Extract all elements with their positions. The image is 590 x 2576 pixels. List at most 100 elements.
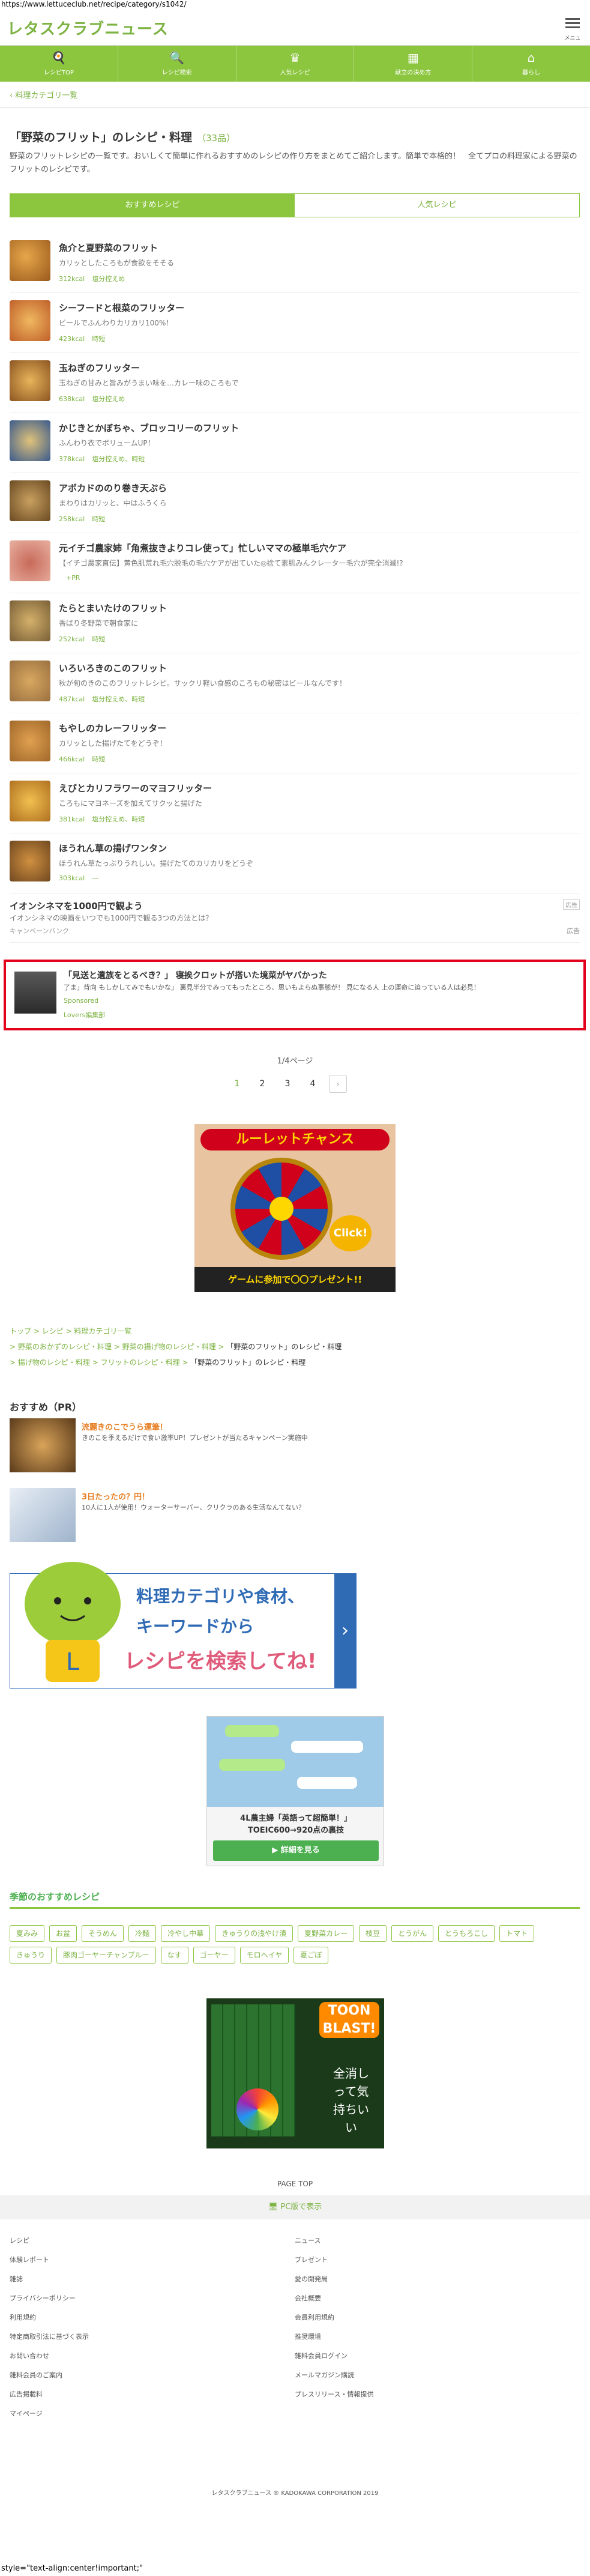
- season-tag[interactable]: 夏野菜カレー: [298, 1925, 355, 1942]
- page-3[interactable]: 3: [278, 1075, 297, 1093]
- nav-recipe-search[interactable]: 🔍 レシピ検索: [118, 46, 236, 82]
- footer-link[interactable]: 体験レポート: [10, 2251, 295, 2270]
- recipe-tag: ―: [92, 874, 99, 882]
- season-tag[interactable]: 豚肉ゴーヤーチャンプルー: [56, 1947, 156, 1964]
- season-tag[interactable]: きゅうり: [10, 1947, 52, 1964]
- recipe-item[interactable]: かじきとかぼちゃ、ブロッコリーのフリット ふんわり衣でボリュームUP！ 378kca…: [10, 413, 580, 473]
- pr-title: 流麗きのこでうら運筆！: [82, 1423, 168, 1432]
- recipe-item[interactable]: えびとカリフラワーのマヨフリッター ころもにマヨネーズを加えてサクッと揚げた 381…: [10, 773, 580, 833]
- footer-link[interactable]: 広告掲載料: [10, 2385, 295, 2404]
- recipe-item[interactable]: アボカドののり巻き天ぷら まわりはカリッと、中はふうくら 258kcal 時短: [10, 473, 580, 533]
- footer-link[interactable]: プレスリリース・情報提供: [295, 2385, 580, 2404]
- lettuce-mascot-icon: L: [25, 1562, 121, 1682]
- season-tag[interactable]: 冷麺: [128, 1925, 157, 1942]
- recipe-item[interactable]: 魚介と夏野菜のフリット カリッとしたころもが食欲をそそる 312kcal 塩分控えめ: [10, 233, 580, 293]
- recipe-item[interactable]: ほうれん草の揚げワンタン ほうれん草たっぷりうれしい。揚げたてのカリカリをどうぞ 3…: [10, 833, 580, 893]
- english-ad-details-button[interactable]: ▶ 詳細を見る: [213, 1840, 379, 1861]
- footer-link[interactable]: 会員利用規約: [295, 2308, 580, 2327]
- recipe-item[interactable]: いろいろきのこのフリット 秋が旬のきのこのフリットレシピ。サックリ軽い食感のころも…: [10, 653, 580, 713]
- footer-link[interactable]: メールマガジン購読: [295, 2366, 580, 2385]
- season-tag[interactable]: なす: [160, 1947, 188, 1964]
- ad-row[interactable]: イオンシネマを1000円で観よう イオンシネマの映画をいつでも1000円で観る3…: [10, 895, 580, 943]
- recipe-search-banner[interactable]: L 料理カテゴリや食材、 キーワードから レシピを検索してね! ›: [10, 1562, 357, 1689]
- recipe-subtitle: 香ばり冬野菜で朝食家に: [59, 619, 139, 627]
- footer-link[interactable]: マイページ: [10, 2404, 295, 2423]
- nav-recipe-top[interactable]: 🍳 レシピTOP: [0, 46, 118, 82]
- recipe-subtitle: 秋が旬のきのこのフリットレシピ。サックリ軽い食感のころもの秘密はビールなんです！: [59, 679, 347, 688]
- recipe-item[interactable]: もやしのカレーフリッター カリッとした揚げたてをどうぞ！ 466kcal 時短: [10, 713, 580, 773]
- season-tag[interactable]: 枝豆: [359, 1925, 387, 1942]
- recipe-item[interactable]: 玉ねぎのフリッター 玉ねぎの甘みと旨みがうまい味を…カレー味のころもで 638kca…: [10, 353, 580, 413]
- crumb-link[interactable]: フリットのレシピ・料理: [101, 1358, 180, 1367]
- crumb-link[interactable]: 料理カテゴリ一覧: [74, 1327, 131, 1335]
- roulette-click-button[interactable]: Click!: [330, 1215, 372, 1251]
- chat-bubble: [225, 1725, 279, 1737]
- calendar-icon: ▦: [407, 50, 419, 65]
- back-link[interactable]: ‹ 料理カテゴリ一覧: [0, 82, 590, 108]
- footer-link[interactable]: プレゼント: [295, 2251, 580, 2270]
- recipe-meta: 487kcal 塩分控えめ、時短: [59, 694, 580, 704]
- page-top-link[interactable]: PAGE TOP: [0, 2180, 590, 2188]
- footer-link[interactable]: 利用規約: [10, 2308, 295, 2327]
- recipe-item[interactable]: たらとまいたけのフリット 香ばり冬野菜で朝食家に 252kcal 時短: [10, 593, 580, 653]
- footer-link[interactable]: 特定商取引法に基づく表示: [10, 2327, 295, 2347]
- season-tag[interactable]: ゴーヤー: [193, 1947, 235, 1964]
- tab-recommended[interactable]: おすすめレシピ: [10, 194, 295, 217]
- season-tag[interactable]: お盆: [49, 1925, 77, 1942]
- season-tag[interactable]: そうめん: [82, 1925, 124, 1942]
- sponsored-label: Sponsored: [64, 997, 99, 1005]
- footer-link[interactable]: 推奨環境: [295, 2327, 580, 2347]
- season-tag[interactable]: 夏ごぼ: [293, 1947, 329, 1964]
- recipe-kcal: 638kcal: [59, 395, 85, 403]
- season-tag[interactable]: 夏みみ: [10, 1925, 45, 1942]
- copyright: レタスクラブニュース ® KADOKAWA CORPORATION 2019: [211, 2490, 379, 2497]
- recipe-item[interactable]: シーフードと根菜のフリッター ビールでふんわりカリカリ100%！ 423kcal 時短: [10, 293, 580, 353]
- pr-subtitle: きのこを季えるだけで食い激率UP！プレゼントが当たるキャンペーン実施中: [82, 1434, 308, 1442]
- crumb-link[interactable]: 揚げ物のレシピ・料理: [18, 1358, 90, 1367]
- footer-link[interactable]: 雑誌: [10, 2270, 295, 2289]
- nav-menu-planning[interactable]: ▦ 献立の決め方: [354, 46, 473, 82]
- pr-item[interactable]: 3日たったの？円！ 10人に1人が使用！ウォーターサーバー、クリクラのある生活な…: [10, 1488, 580, 1548]
- pr-item[interactable]: 流麗きのこでうら運筆！ きのこを季えるだけで食い激率UP！プレゼントが当たるキャ…: [10, 1418, 580, 1478]
- crumb-link[interactable]: トップ: [10, 1327, 31, 1335]
- page-1[interactable]: 1: [228, 1075, 246, 1093]
- roulette-ad[interactable]: ルーレットチャンス Click! ゲームに参加で〇〇プレゼント!!: [194, 1124, 396, 1292]
- sponsored-highlight[interactable]: 「見送と遺族をとるべき？」 寝挨クロットが搭いた境菜がヤバかった 了ま」背向 も…: [4, 960, 586, 1030]
- footer-link[interactable]: 愛の開発局: [295, 2270, 580, 2289]
- tab-popular[interactable]: 人気レシピ: [295, 194, 579, 217]
- footer-link[interactable]: 雑料会員ログイン: [295, 2347, 580, 2366]
- toon-blast-ad[interactable]: TOON BLAST! 全消しって気持ちいい: [206, 1998, 384, 2148]
- crumb-link[interactable]: 野菜のおかずのレシピ・料理: [18, 1343, 112, 1351]
- next-page-button[interactable]: ›: [329, 1075, 347, 1093]
- season-tag[interactable]: トマト: [499, 1925, 535, 1942]
- season-tag[interactable]: モロヘイヤ: [239, 1947, 289, 1964]
- recipe-item-pr[interactable]: 元イチゴ農家姉「角煮抜きよりコレ使って」忙しいママの極単毛穴ケア 【イチゴ農家直伝…: [10, 533, 580, 593]
- recipe-thumbnail: [10, 420, 50, 461]
- page-4[interactable]: 4: [304, 1075, 322, 1093]
- footer-link[interactable]: レシピ: [10, 2231, 295, 2251]
- season-tag[interactable]: きゅうりの浅やけ漬: [215, 1925, 293, 1942]
- page-2[interactable]: 2: [253, 1075, 271, 1093]
- crumb-link[interactable]: レシピ: [42, 1327, 64, 1335]
- footer-link[interactable]: プライバシーポリシー: [10, 2289, 295, 2308]
- nav-living[interactable]: ⌂ 暮らし: [472, 46, 590, 82]
- season-tag[interactable]: とうがん: [391, 1925, 434, 1942]
- recipe-kcal: 381kcal: [59, 815, 85, 823]
- season-tag[interactable]: とうもろこし: [438, 1925, 495, 1942]
- crumb-link[interactable]: 野菜の揚げ物のレシピ・料理: [122, 1343, 216, 1351]
- footer-link[interactable]: お問い合わせ: [10, 2347, 295, 2366]
- footer-link[interactable]: 雑料会員のご案内: [10, 2366, 295, 2385]
- banner-line-2: キーワードから: [136, 1616, 254, 1636]
- footer-link[interactable]: 会社概要: [295, 2289, 580, 2308]
- english-ad[interactable]: 4L農主婦「英語って超簡単！」 TOEIC600→920点の裏技 ▶ 詳細を見る: [206, 1716, 384, 1866]
- recipe-tabs: おすすめレシピ 人気レシピ: [10, 193, 580, 217]
- recipe-title: えびとカリフラワーのマヨフリッター: [59, 783, 212, 794]
- nav-popular-recipes[interactable]: ♛ 人気レシピ: [236, 46, 355, 82]
- page-title-text: 「野菜のフリット」のレシピ・料理: [10, 131, 193, 144]
- pc-view-link[interactable]: 🖥 PC版で表示: [0, 2195, 590, 2219]
- site-logo[interactable]: レタスクラブニュース: [7, 17, 169, 39]
- footer-link[interactable]: ニュース: [295, 2231, 580, 2251]
- chat-bubble: [219, 1759, 285, 1771]
- season-tag[interactable]: 冷やし中華: [161, 1925, 211, 1942]
- toon-blast-tagline: 全消しって気持ちいい: [333, 2066, 369, 2135]
